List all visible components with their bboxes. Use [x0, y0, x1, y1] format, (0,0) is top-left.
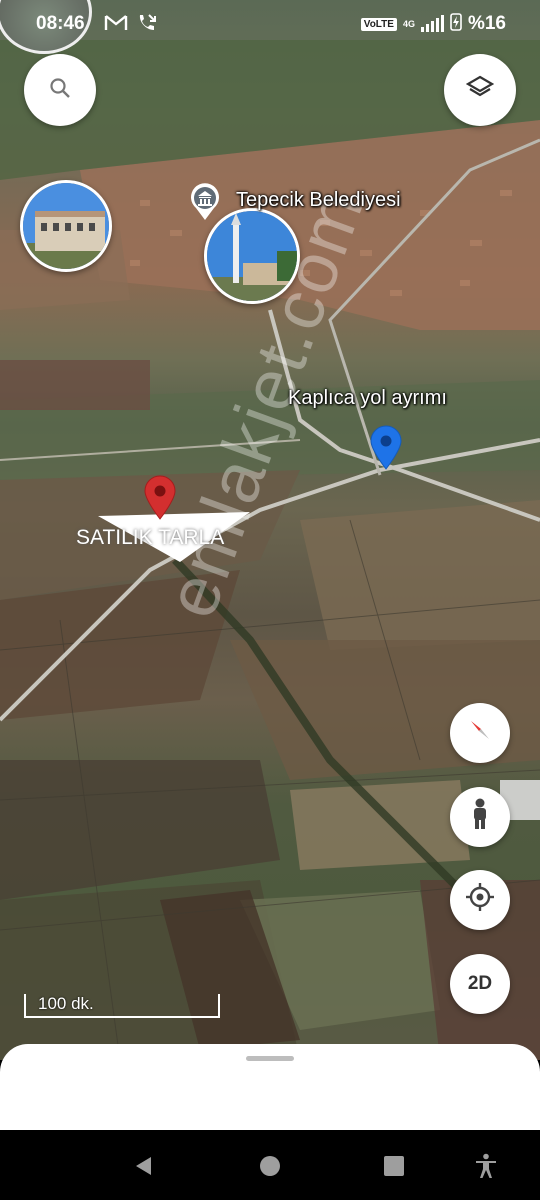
street-view-button[interactable]	[450, 787, 510, 847]
road-label[interactable]: Kaplıca yol ayrımı	[288, 387, 447, 410]
photo-pin-mosque[interactable]	[204, 208, 300, 304]
home-icon[interactable]	[256, 1152, 284, 1180]
network-gen: 4G	[402, 19, 415, 29]
gmail-icon	[104, 12, 128, 40]
listing-pin-icon[interactable]	[142, 474, 178, 525]
compass-icon	[467, 717, 493, 749]
my-location-button[interactable]	[450, 870, 510, 930]
accessibility-icon[interactable]	[472, 1152, 500, 1180]
back-icon[interactable]	[130, 1152, 158, 1180]
photo-pin-school[interactable]	[20, 180, 112, 272]
layers-icon	[465, 74, 495, 107]
charging-icon	[450, 11, 462, 37]
bottom-sheet[interactable]	[0, 1044, 540, 1130]
drag-handle[interactable]	[246, 1056, 294, 1061]
view-mode-button[interactable]: 2D	[450, 954, 510, 1014]
map-scale: 100 dk.	[24, 994, 220, 1018]
volte-badge: VoLTE	[360, 17, 397, 31]
scale-label: 100 dk.	[38, 994, 94, 1013]
status-bar: 08:46 VoLTE 4G %16	[0, 0, 540, 48]
listing-label[interactable]: SATILIK TARLA	[76, 526, 224, 550]
missed-call-icon	[136, 12, 158, 40]
recents-icon[interactable]	[380, 1152, 408, 1180]
navigation-bar	[0, 1130, 540, 1200]
pegman-icon	[469, 798, 491, 836]
government-building-icon[interactable]	[188, 182, 222, 222]
layers-button[interactable]	[444, 54, 516, 126]
search-button[interactable]	[24, 54, 96, 126]
my-location-icon	[465, 882, 495, 918]
signal-icon	[420, 15, 444, 32]
battery-level: %16	[467, 13, 506, 34]
status-time: 08:46	[36, 13, 85, 34]
road-pin-icon[interactable]	[368, 424, 404, 475]
compass-button[interactable]	[450, 703, 510, 763]
poi-label-municipality[interactable]: Tepecik Belediyesi	[236, 189, 401, 212]
search-icon	[49, 77, 71, 104]
